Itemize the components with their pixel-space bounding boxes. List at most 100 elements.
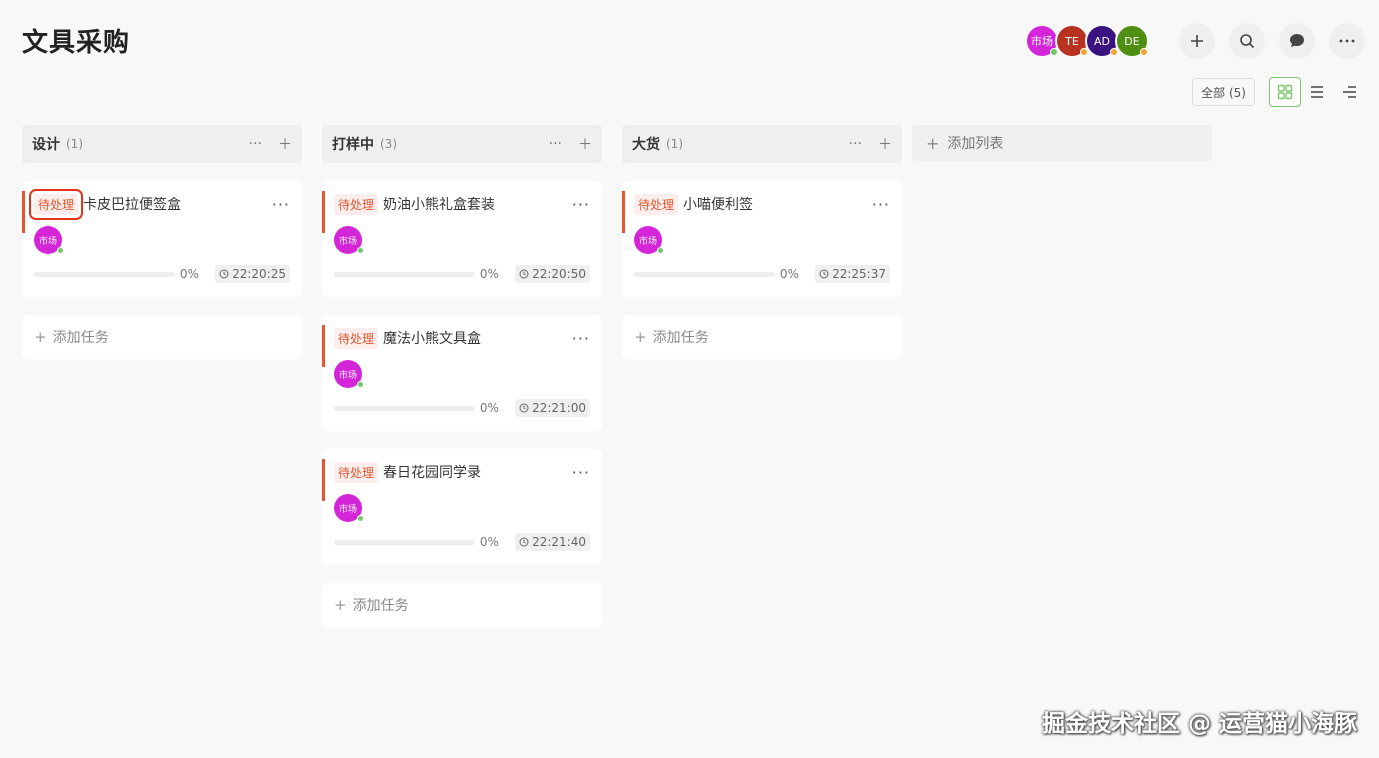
column-sampling: 打样中 (3) ··· ＋ 待处理 奶油小熊礼盒套装 ··· 市场 0% 22:… bbox=[322, 125, 602, 627]
task-name: 奶油小熊礼盒套装 bbox=[383, 197, 496, 213]
plus-icon bbox=[1191, 35, 1203, 47]
assignee-label: 市场 bbox=[338, 236, 357, 247]
avatar[interactable]: AD bbox=[1085, 24, 1119, 58]
assignee-label: 市场 bbox=[638, 236, 657, 247]
task-card[interactable]: 待处理 卡皮巴拉便签盒 ··· 市场 0% 22:20:25 bbox=[22, 181, 302, 297]
add-task-button[interactable]: + 添加任务 bbox=[22, 315, 302, 359]
task-name: 春日花园同学录 bbox=[383, 465, 482, 481]
assignee-avatar[interactable]: 市场 bbox=[334, 226, 364, 254]
priority-bar bbox=[622, 191, 625, 233]
task-more-icon[interactable]: ··· bbox=[272, 195, 290, 214]
plus-icon: + bbox=[634, 328, 647, 346]
task-time: 22:20:50 bbox=[515, 265, 590, 283]
column-add-icon[interactable]: ＋ bbox=[878, 134, 892, 154]
assignee-avatar[interactable]: 市场 bbox=[334, 360, 364, 388]
task-progress-bar bbox=[34, 271, 175, 277]
column-title: 大货 bbox=[632, 137, 660, 153]
board-view-button[interactable] bbox=[1269, 77, 1301, 107]
plus-icon: + bbox=[34, 328, 47, 346]
column-header: 打样中 (3) ··· ＋ bbox=[322, 125, 602, 163]
more-icon bbox=[1339, 39, 1355, 43]
task-name: 魔法小熊文具盒 bbox=[383, 331, 482, 347]
more-button[interactable] bbox=[1329, 23, 1365, 59]
column-more-icon[interactable]: ··· bbox=[249, 136, 262, 152]
add-list-label: 添加列表 bbox=[947, 136, 1004, 152]
clock-icon bbox=[519, 537, 529, 547]
task-more-icon[interactable]: ··· bbox=[572, 195, 590, 214]
assignee-avatar[interactable]: 市场 bbox=[634, 226, 664, 254]
add-button[interactable] bbox=[1179, 23, 1215, 59]
task-time: 22:21:00 bbox=[515, 399, 590, 417]
assignee-label: 市场 bbox=[338, 504, 357, 515]
watermark: 掘金技术社区 @ 运营猫小海豚 bbox=[1041, 711, 1357, 737]
assignee-avatar[interactable]: 市场 bbox=[334, 494, 364, 522]
add-task-label: 添加任务 bbox=[652, 330, 709, 346]
priority-bar bbox=[322, 459, 325, 501]
status-tag[interactable]: 待处理 bbox=[334, 327, 379, 349]
member-avatars[interactable]: 市场 TE AD DE bbox=[1025, 24, 1149, 58]
task-more-icon[interactable]: ··· bbox=[872, 195, 890, 214]
list-view-button[interactable] bbox=[1301, 77, 1333, 107]
column-count: (3) bbox=[380, 137, 397, 151]
task-card[interactable]: 待处理 魔法小熊文具盒 ··· 市场 0% 22:21:00 bbox=[322, 315, 602, 431]
search-button[interactable] bbox=[1229, 23, 1265, 59]
task-more-icon[interactable]: ··· bbox=[572, 463, 590, 482]
status-dot bbox=[357, 247, 364, 254]
progress-percent: 0% bbox=[179, 267, 199, 281]
task-time: 22:20:25 bbox=[215, 265, 290, 283]
task-card[interactable]: 待处理 春日花园同学录 ··· 市场 0% 22:21:40 bbox=[322, 449, 602, 565]
status-tag[interactable]: 待处理 bbox=[28, 188, 84, 220]
header-actions: 市场 TE AD DE bbox=[1025, 22, 1365, 60]
clock-icon bbox=[819, 269, 829, 279]
avatar[interactable]: 市场 bbox=[1025, 24, 1059, 58]
add-list-button[interactable]: + 添加列表 bbox=[912, 125, 1212, 161]
column-design: 设计 (1) ··· ＋ 待处理 卡皮巴拉便签盒 ··· 市场 0% 22:20… bbox=[22, 125, 302, 359]
column-more-icon[interactable]: ··· bbox=[849, 136, 862, 152]
avatar-label: AD bbox=[1094, 34, 1110, 48]
progress-percent: 0% bbox=[779, 267, 799, 281]
time-text: 22:25:37 bbox=[832, 267, 886, 281]
status-dot bbox=[57, 247, 64, 254]
kanban-page: 文具采购 市场 TE AD DE 全部 (5) 设计 (1) ··· ＋ 待处理… bbox=[0, 0, 1379, 758]
avatar-label: 市场 bbox=[1031, 35, 1053, 48]
status-dot bbox=[1140, 48, 1148, 56]
clock-icon bbox=[519, 269, 529, 279]
progress-percent: 0% bbox=[479, 535, 499, 549]
tree-view-button[interactable] bbox=[1333, 77, 1365, 107]
column-production: 大货 (1) ··· ＋ 待处理 小喵便利签 ··· 市场 0% 22:25:3… bbox=[622, 125, 902, 359]
search-icon bbox=[1240, 34, 1255, 49]
list-view-icon bbox=[1311, 86, 1323, 98]
status-tag[interactable]: 待处理 bbox=[634, 193, 679, 215]
chat-button[interactable] bbox=[1279, 23, 1315, 59]
chat-icon bbox=[1290, 34, 1304, 47]
tree-view-icon bbox=[1343, 86, 1356, 98]
task-more-icon[interactable]: ··· bbox=[572, 329, 590, 348]
task-progress-bar bbox=[334, 539, 475, 545]
column-add-icon[interactable]: ＋ bbox=[578, 134, 592, 154]
task-name: 小喵便利签 bbox=[683, 197, 754, 213]
add-task-button[interactable]: + 添加任务 bbox=[322, 583, 602, 627]
avatar[interactable]: TE bbox=[1055, 24, 1089, 58]
assignee-avatar[interactable]: 市场 bbox=[34, 226, 64, 254]
status-tag[interactable]: 待处理 bbox=[334, 461, 379, 483]
task-card[interactable]: 待处理 小喵便利签 ··· 市场 0% 22:25:37 bbox=[622, 181, 902, 297]
plus-icon: + bbox=[334, 596, 347, 614]
assignee-label: 市场 bbox=[38, 236, 57, 247]
plus-icon: + bbox=[926, 133, 940, 153]
column-more-icon[interactable]: ··· bbox=[549, 136, 562, 152]
column-add-icon[interactable]: ＋ bbox=[278, 134, 292, 154]
column-count: (1) bbox=[666, 137, 683, 151]
filter-all-button[interactable]: 全部 (5) bbox=[1192, 78, 1255, 106]
column-count: (1) bbox=[66, 137, 83, 151]
task-progress-bar bbox=[334, 405, 475, 411]
add-task-button[interactable]: + 添加任务 bbox=[622, 315, 902, 359]
avatar[interactable]: DE bbox=[1115, 24, 1149, 58]
task-card[interactable]: 待处理 奶油小熊礼盒套装 ··· 市场 0% 22:20:50 bbox=[322, 181, 602, 297]
avatar-label: TE bbox=[1065, 34, 1079, 48]
column-title: 打样中 bbox=[332, 137, 374, 153]
status-tag[interactable]: 待处理 bbox=[334, 193, 379, 215]
avatar-label: DE bbox=[1124, 34, 1140, 48]
task-time: 22:25:37 bbox=[815, 265, 890, 283]
view-toolbar: 全部 (5) bbox=[1192, 77, 1365, 107]
task-name: 卡皮巴拉便签盒 bbox=[83, 197, 182, 213]
